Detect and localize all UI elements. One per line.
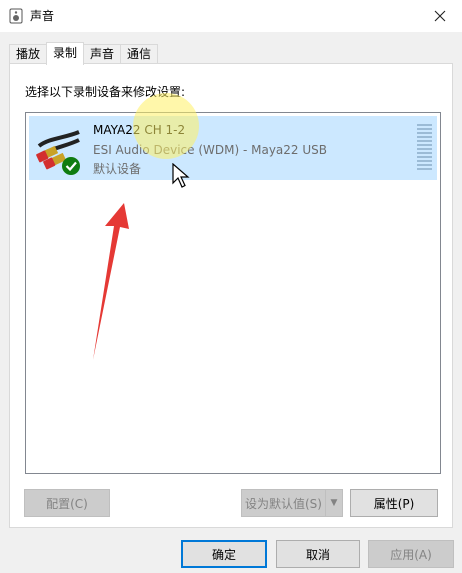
close-button[interactable]: [418, 0, 462, 32]
click-highlight: [133, 93, 199, 159]
set-default-button[interactable]: 设为默认值(S): [241, 489, 326, 517]
chevron-down-icon: ▼: [330, 498, 338, 508]
properties-button[interactable]: 属性(P): [350, 489, 438, 517]
tab-strip: 播放 录制 声音 通信: [9, 42, 159, 65]
audio-jack-icon: [36, 130, 80, 175]
configure-button[interactable]: 配置(C): [24, 489, 110, 517]
window-title: 声音: [30, 9, 55, 23]
device-description: ESI Audio Device (WDM) - Maya22 USB: [93, 143, 327, 157]
ok-button[interactable]: 确定: [181, 540, 267, 568]
device-status: 默认设备: [93, 162, 142, 176]
apply-button[interactable]: 应用(A): [368, 540, 454, 568]
set-default-dropdown[interactable]: ▼: [325, 489, 343, 517]
tab-recording[interactable]: 录制: [46, 42, 85, 65]
tab-playback[interactable]: 播放: [9, 44, 48, 64]
recording-panel: 选择以下录制设备来修改设置: MAYA22 CH 1-2 ESI Audio D…: [9, 63, 453, 528]
device-list[interactable]: MAYA22 CH 1-2 ESI Audio Device (WDM) - M…: [25, 112, 441, 474]
list-item[interactable]: MAYA22 CH 1-2 ESI Audio Device (WDM) - M…: [29, 116, 437, 180]
title-bar: 声音: [0, 0, 462, 32]
mouse-cursor-icon: [172, 163, 190, 188]
tab-communications[interactable]: 通信: [120, 44, 159, 64]
close-icon: [434, 10, 446, 22]
level-meter: [417, 124, 432, 170]
speaker-icon: [9, 8, 23, 24]
tab-sounds[interactable]: 声音: [83, 44, 122, 64]
cancel-button[interactable]: 取消: [276, 540, 360, 568]
